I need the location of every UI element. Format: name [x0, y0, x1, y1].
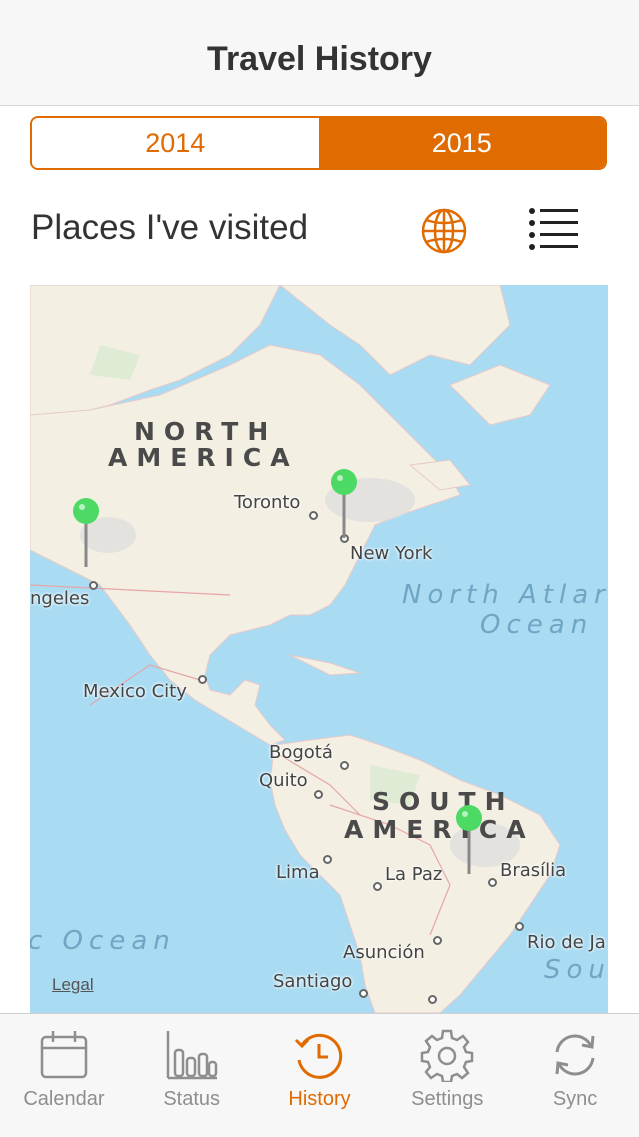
tab-label-status: Status: [163, 1088, 221, 1110]
city-label-quito: Quito: [259, 770, 308, 791]
list-icon: [529, 208, 578, 250]
city-marker-rio: [515, 922, 524, 931]
tab-label-history: History: [288, 1088, 351, 1110]
page-title: Travel History: [207, 40, 432, 78]
ocean-label-north-atlantic: North Atlar: [402, 580, 608, 610]
segment-2015[interactable]: 2015: [318, 118, 605, 168]
map-land-shapes: [30, 285, 561, 1013]
city-label-bogota: Bogotá: [269, 742, 333, 763]
map-pin-los-angeles[interactable]: [71, 497, 101, 569]
section-title: Places I've visited: [31, 208, 309, 247]
city-marker-bogota: [340, 761, 349, 770]
ocean-label-pacific: c Ocean: [30, 926, 176, 956]
list-view-button[interactable]: [528, 206, 580, 254]
calendar-icon: [40, 1031, 88, 1079]
tab-label-sync: Sync: [552, 1088, 598, 1110]
city-label-rio: Rio de Ja: [527, 932, 606, 953]
tab-label-settings: Settings: [411, 1088, 484, 1110]
tab-bar: Calendar Status History Settings Sync: [0, 1013, 639, 1137]
city-marker-quito: [314, 790, 323, 799]
tab-sync[interactable]: Sync: [511, 1014, 639, 1137]
map-pin-new-york[interactable]: [329, 468, 359, 540]
tab-status[interactable]: Status: [128, 1014, 256, 1137]
bar-chart-icon: [166, 1031, 217, 1080]
continent-label-america-south: AMERICA: [344, 815, 535, 844]
ocean-label-south-atlantic: Sou: [544, 955, 608, 985]
tab-label-calendar: Calendar: [23, 1088, 105, 1110]
map-pin-brasilia[interactable]: [454, 804, 484, 876]
history-icon: [295, 1033, 343, 1079]
tab-history[interactable]: History: [256, 1014, 384, 1137]
map-view[interactable]: NORTH AMERICA SOUTH AMERICA North Atlar …: [30, 285, 608, 1013]
city-marker-santiago: [359, 989, 368, 998]
city-label-los-angeles: ngeles: [30, 588, 90, 609]
city-marker-buenos-aires: [428, 995, 437, 1004]
city-marker-los-angeles: [89, 581, 98, 590]
city-marker-la-paz: [373, 882, 382, 891]
city-label-brasilia: Brasília: [500, 860, 567, 881]
year-segmented-control: 2014 2015: [30, 116, 607, 170]
city-label-lima: Lima: [276, 862, 320, 883]
city-label-asuncion: Asunción: [343, 942, 425, 963]
city-marker-toronto: [309, 511, 318, 520]
city-label-la-paz: La Paz: [385, 864, 443, 885]
map-legal-link[interactable]: Legal: [52, 975, 94, 995]
sync-icon: [555, 1034, 595, 1076]
globe-icon: [421, 208, 467, 254]
continent-label-america-north: AMERICA: [108, 443, 299, 472]
city-marker-lima: [323, 855, 332, 864]
city-label-santiago: Santiago: [273, 971, 353, 992]
city-label-new-york: New York: [350, 543, 433, 564]
continent-label-south: SOUTH: [372, 787, 515, 816]
city-marker-brasilia: [488, 878, 497, 887]
segment-2014[interactable]: 2014: [32, 118, 319, 168]
ocean-label-ocean: Ocean: [480, 610, 594, 640]
continent-label-north: NORTH: [134, 417, 278, 446]
city-label-toronto: Toronto: [234, 492, 301, 513]
city-marker-asuncion: [433, 936, 442, 945]
globe-view-button[interactable]: [419, 206, 469, 256]
tab-settings[interactable]: Settings: [383, 1014, 511, 1137]
city-marker-mexico-city: [198, 675, 207, 684]
gear-icon: [421, 1029, 474, 1082]
city-label-mexico-city: Mexico City: [83, 681, 187, 702]
navigation-bar: Travel History: [0, 0, 639, 106]
tab-calendar[interactable]: Calendar: [0, 1014, 128, 1137]
